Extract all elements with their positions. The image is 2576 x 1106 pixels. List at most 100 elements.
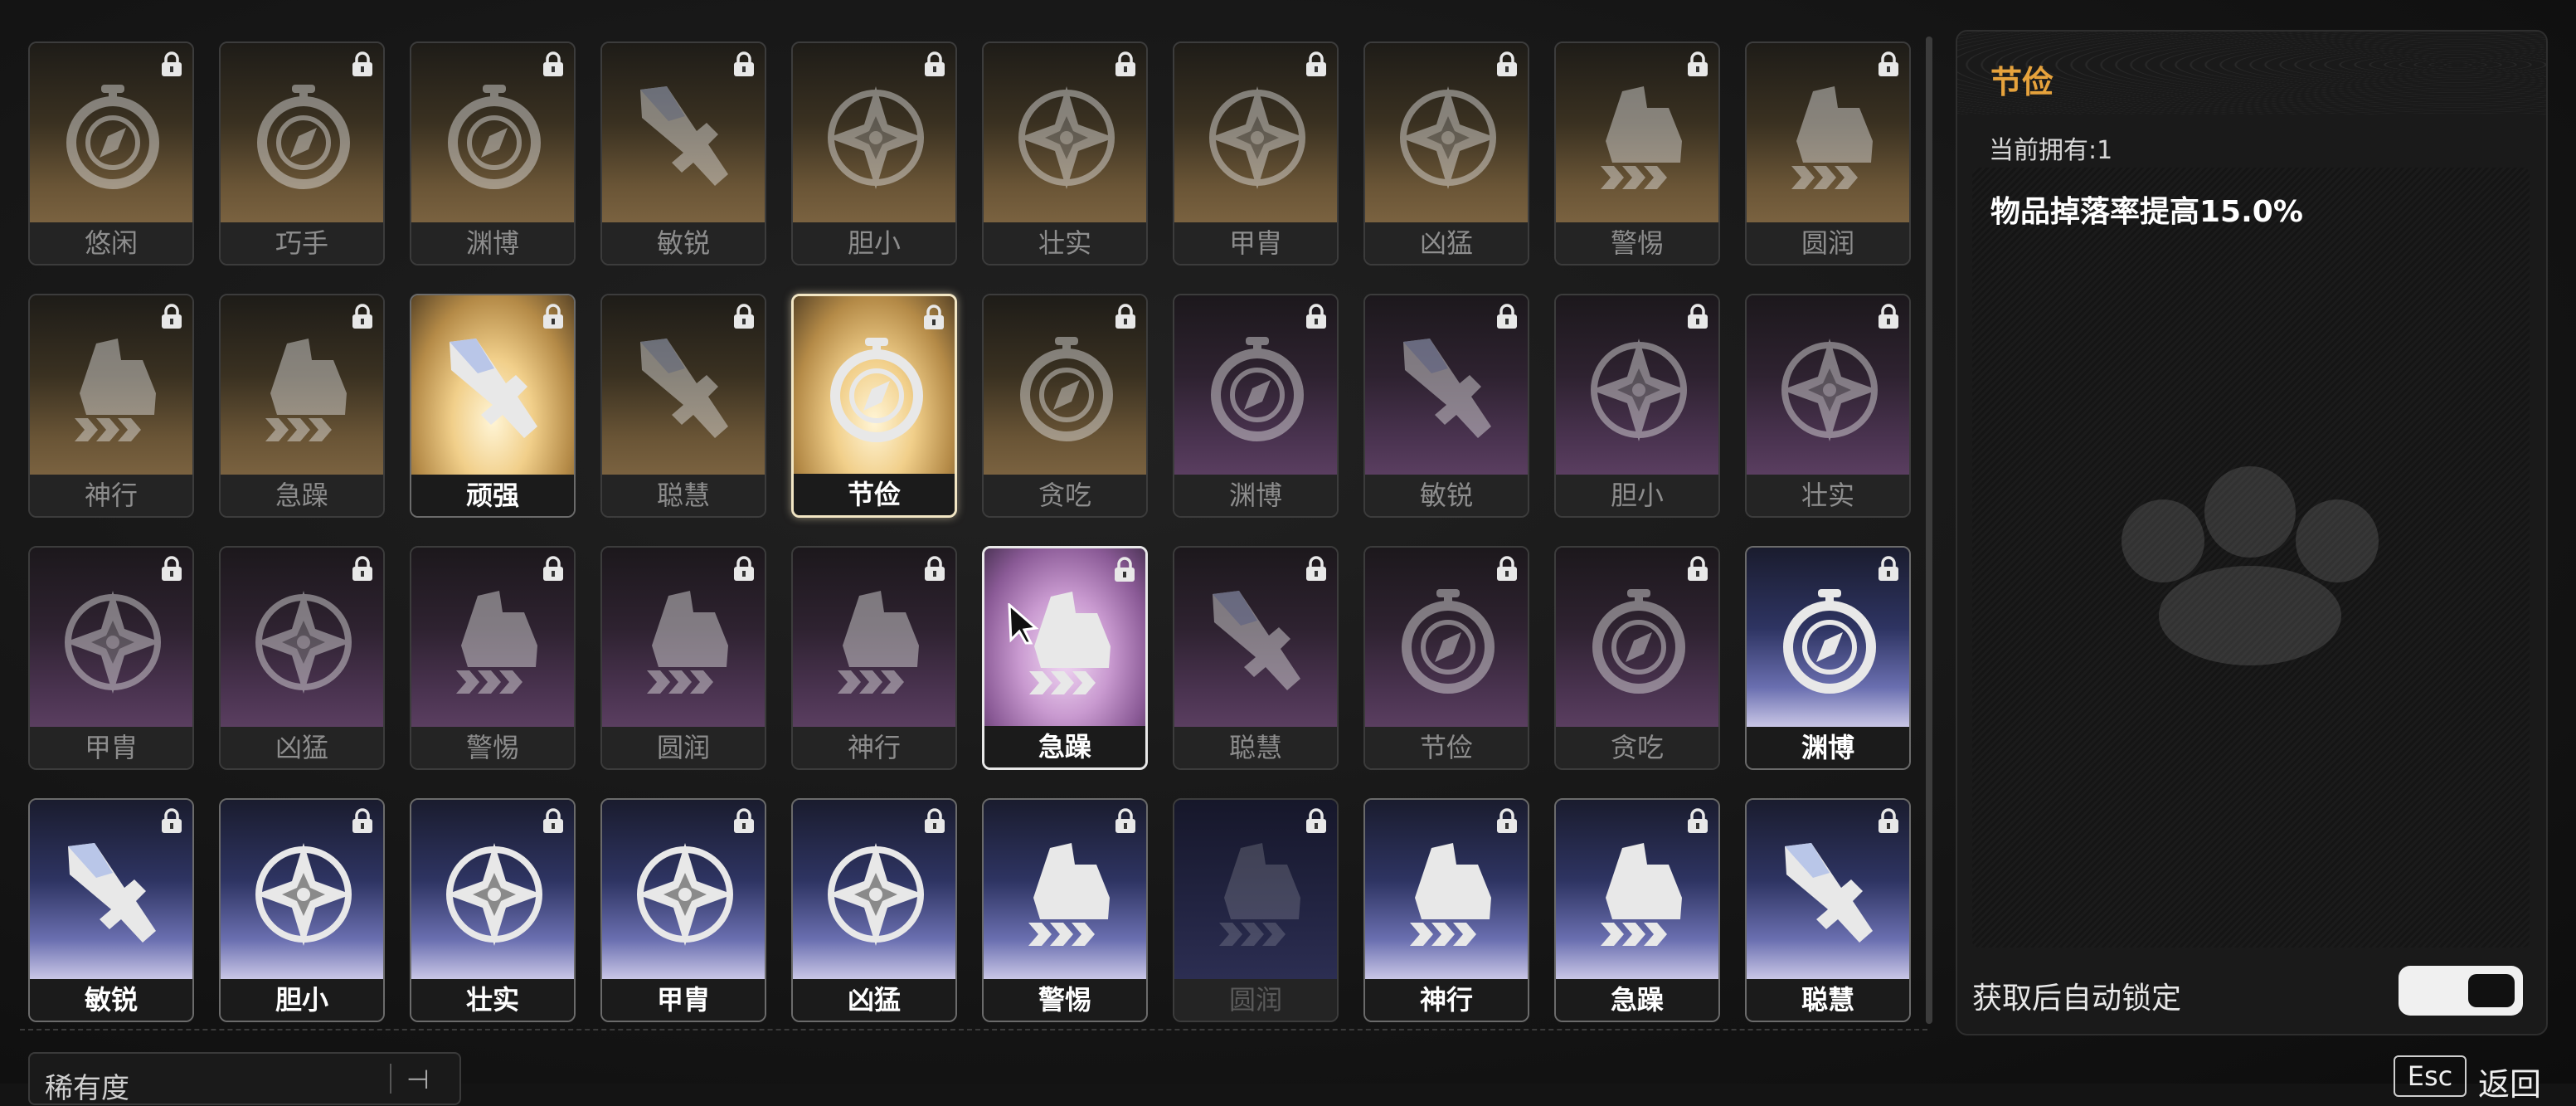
trait-card[interactable]: 敏锐	[600, 41, 766, 266]
trait-card[interactable]: 渊博	[410, 41, 576, 266]
trait-card[interactable]: 敏锐	[1363, 294, 1529, 518]
trait-card[interactable]: 聪慧	[600, 294, 766, 518]
lock-icon[interactable]	[1304, 808, 1329, 835]
lock-icon[interactable]	[1113, 304, 1138, 330]
lock-icon[interactable]	[1495, 808, 1519, 835]
lock-icon[interactable]	[1685, 556, 1710, 582]
trait-card[interactable]: 顽强	[410, 294, 576, 518]
rarity-sort-dropdown[interactable]: 稀有度 ⊣	[28, 1052, 461, 1105]
lock-icon[interactable]	[1495, 51, 1519, 78]
esc-key-hint[interactable]: Esc	[2394, 1055, 2467, 1097]
trait-card[interactable]: 胆小	[219, 798, 385, 1022]
lock-icon[interactable]	[350, 304, 375, 330]
trait-card[interactable]: 圆润	[1745, 41, 1911, 266]
lock-icon[interactable]	[1685, 808, 1710, 835]
rarity-label: 稀有度	[45, 1072, 129, 1105]
lock-icon[interactable]	[1112, 557, 1137, 583]
trait-card[interactable]: 壮实	[1745, 294, 1911, 518]
trait-card[interactable]: 渊博	[1745, 546, 1911, 770]
trait-card[interactable]: 甲胄	[1173, 41, 1339, 266]
trait-card[interactable]: 贪吃	[1554, 546, 1720, 770]
lock-icon[interactable]	[921, 305, 946, 331]
trait-card[interactable]: 神行	[28, 294, 194, 518]
lock-icon[interactable]	[159, 808, 184, 835]
trait-card[interactable]: 壮实	[982, 41, 1148, 266]
trait-card[interactable]: 神行	[791, 546, 957, 770]
lock-icon[interactable]	[731, 556, 756, 582]
sword-icon	[63, 840, 163, 948]
trait-card[interactable]: 悠闲	[28, 41, 194, 266]
trait-card[interactable]: 警惕	[410, 546, 576, 770]
trait-card[interactable]: 巧手	[219, 41, 385, 266]
trait-card[interactable]: 渊博	[1173, 294, 1339, 518]
lock-icon[interactable]	[1495, 304, 1519, 330]
trait-card[interactable]: 凶猛	[1363, 41, 1529, 266]
trait-card[interactable]: 聪慧	[1173, 546, 1339, 770]
trait-card[interactable]: 急躁	[1554, 798, 1720, 1022]
trait-label: 聪慧	[1747, 979, 1909, 1021]
trait-card[interactable]: 敏锐	[28, 798, 194, 1022]
lock-icon[interactable]	[1876, 51, 1901, 78]
trait-card[interactable]: 急躁	[982, 546, 1148, 770]
scrollbar-thumb[interactable]	[1926, 37, 1932, 1024]
lock-icon[interactable]	[1876, 304, 1901, 330]
lock-icon[interactable]	[159, 51, 184, 78]
trait-card[interactable]: 节俭	[1363, 546, 1529, 770]
lock-icon[interactable]	[1685, 51, 1710, 78]
lock-icon[interactable]	[1495, 556, 1519, 582]
lock-icon[interactable]	[541, 51, 566, 78]
scrollbar[interactable]	[1926, 37, 1932, 1024]
lock-icon[interactable]	[922, 556, 947, 582]
lock-icon[interactable]	[159, 556, 184, 582]
trait-card[interactable]: 凶猛	[791, 798, 957, 1022]
lock-icon[interactable]	[922, 808, 947, 835]
lock-icon[interactable]	[731, 304, 756, 330]
trait-card[interactable]: 凶猛	[219, 546, 385, 770]
star-icon	[826, 83, 926, 191]
lock-icon[interactable]	[541, 304, 566, 330]
lock-icon[interactable]	[1876, 808, 1901, 835]
card-art	[1747, 800, 1909, 979]
boot-icon	[1589, 83, 1689, 191]
trait-label: 壮实	[411, 979, 574, 1021]
lock-icon[interactable]	[350, 556, 375, 582]
trait-card[interactable]: 壮实	[410, 798, 576, 1022]
trait-card[interactable]: 警惕	[982, 798, 1148, 1022]
trait-card[interactable]: 圆润	[600, 546, 766, 770]
back-button[interactable]: 返回	[2478, 1059, 2541, 1104]
card-art	[1174, 43, 1337, 222]
card-art	[1174, 548, 1337, 727]
lock-icon[interactable]	[350, 808, 375, 835]
trait-label: 悠闲	[30, 222, 192, 264]
lock-icon[interactable]	[159, 304, 184, 330]
lock-icon[interactable]	[1304, 304, 1329, 330]
lock-icon[interactable]	[541, 808, 566, 835]
trait-card[interactable]: 甲胄	[600, 798, 766, 1022]
trait-card[interactable]: 神行	[1363, 798, 1529, 1022]
lock-icon[interactable]	[541, 556, 566, 582]
trait-card[interactable]: 贪吃	[982, 294, 1148, 518]
card-art	[1174, 295, 1337, 475]
lock-icon[interactable]	[1685, 304, 1710, 330]
lock-icon[interactable]	[1304, 556, 1329, 582]
trait-card[interactable]: 甲胄	[28, 546, 194, 770]
trait-card[interactable]: 圆润	[1173, 798, 1339, 1022]
lock-icon[interactable]	[1113, 51, 1138, 78]
lock-icon[interactable]	[1304, 51, 1329, 78]
trait-card[interactable]: 胆小	[1554, 294, 1720, 518]
lock-icon[interactable]	[922, 51, 947, 78]
auto-lock-toggle[interactable]	[2399, 966, 2523, 1016]
lock-icon[interactable]	[731, 808, 756, 835]
lock-icon[interactable]	[1113, 808, 1138, 835]
trait-card[interactable]: 胆小	[791, 41, 957, 266]
trait-card[interactable]: 急躁	[219, 294, 385, 518]
lock-icon[interactable]	[731, 51, 756, 78]
trait-label: 警惕	[984, 979, 1146, 1021]
sort-icon[interactable]: ⊣	[406, 1064, 430, 1095]
lock-icon[interactable]	[350, 51, 375, 78]
lock-icon[interactable]	[1876, 556, 1901, 582]
trait-card[interactable]: 节俭	[791, 294, 957, 518]
trait-card[interactable]: 警惕	[1554, 41, 1720, 266]
trait-card[interactable]: 聪慧	[1745, 798, 1911, 1022]
trait-label: 巧手	[221, 222, 383, 264]
